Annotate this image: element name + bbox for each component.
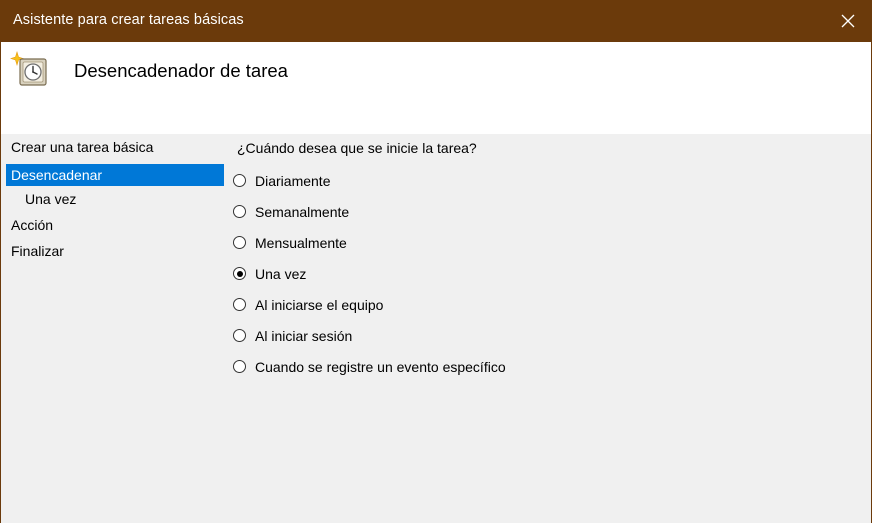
- trigger-question: ¿Cuándo desea que se inicie la tarea?: [237, 140, 477, 156]
- window-title: Asistente para crear tareas básicas: [13, 12, 244, 28]
- page-title: Desencadenador de tarea: [74, 60, 288, 81]
- radio-mensualmente[interactable]: [233, 236, 246, 249]
- option-label[interactable]: Una vez: [255, 265, 306, 283]
- option-label[interactable]: Mensualmente: [255, 234, 347, 252]
- radio-una-vez[interactable]: [233, 267, 246, 280]
- radio-al-iniciarse-equipo[interactable]: [233, 298, 246, 311]
- option-label[interactable]: Cuando se registre un evento específico: [255, 358, 506, 376]
- wizard-body: Crear una tarea básica Desencadenar Una …: [1, 134, 871, 523]
- radio-semanalmente[interactable]: [233, 205, 246, 218]
- wizard-window: Asistente para crear tareas básicas Dese…: [0, 0, 872, 523]
- option-label[interactable]: Al iniciarse el equipo: [255, 296, 383, 314]
- option-label[interactable]: Al iniciar sesión: [255, 327, 352, 345]
- step-desencadenar[interactable]: Desencadenar: [6, 164, 224, 186]
- option-al-iniciarse-equipo[interactable]: Al iniciarse el equipo: [233, 296, 506, 327]
- step-una-vez[interactable]: Una vez: [6, 188, 224, 214]
- close-button[interactable]: [825, 0, 871, 42]
- wizard-steps-sidebar: Crear una tarea básica Desencadenar Una …: [6, 136, 224, 266]
- step-finalizar[interactable]: Finalizar: [6, 240, 224, 266]
- option-una-vez[interactable]: Una vez: [233, 265, 506, 296]
- trigger-options: Diariamente Semanalmente Mensualmente Un…: [233, 172, 506, 389]
- close-icon: [841, 14, 855, 28]
- radio-evento-especifico[interactable]: [233, 360, 246, 373]
- step-crear-tarea-basica[interactable]: Crear una tarea básica: [6, 136, 224, 162]
- wizard-header: Desencadenador de tarea: [1, 42, 871, 134]
- option-diariamente[interactable]: Diariamente: [233, 172, 506, 203]
- option-label[interactable]: Diariamente: [255, 172, 330, 190]
- radio-al-iniciar-sesion[interactable]: [233, 329, 246, 342]
- option-evento-especifico[interactable]: Cuando se registre un evento específico: [233, 358, 506, 389]
- radio-diariamente[interactable]: [233, 174, 246, 187]
- title-bar[interactable]: Asistente para crear tareas básicas: [1, 0, 871, 42]
- option-label[interactable]: Semanalmente: [255, 203, 349, 221]
- option-semanalmente[interactable]: Semanalmente: [233, 203, 506, 234]
- option-mensualmente[interactable]: Mensualmente: [233, 234, 506, 265]
- step-accion[interactable]: Acción: [6, 214, 224, 240]
- task-scheduler-clock-icon: [10, 50, 47, 86]
- option-al-iniciar-sesion[interactable]: Al iniciar sesión: [233, 327, 506, 358]
